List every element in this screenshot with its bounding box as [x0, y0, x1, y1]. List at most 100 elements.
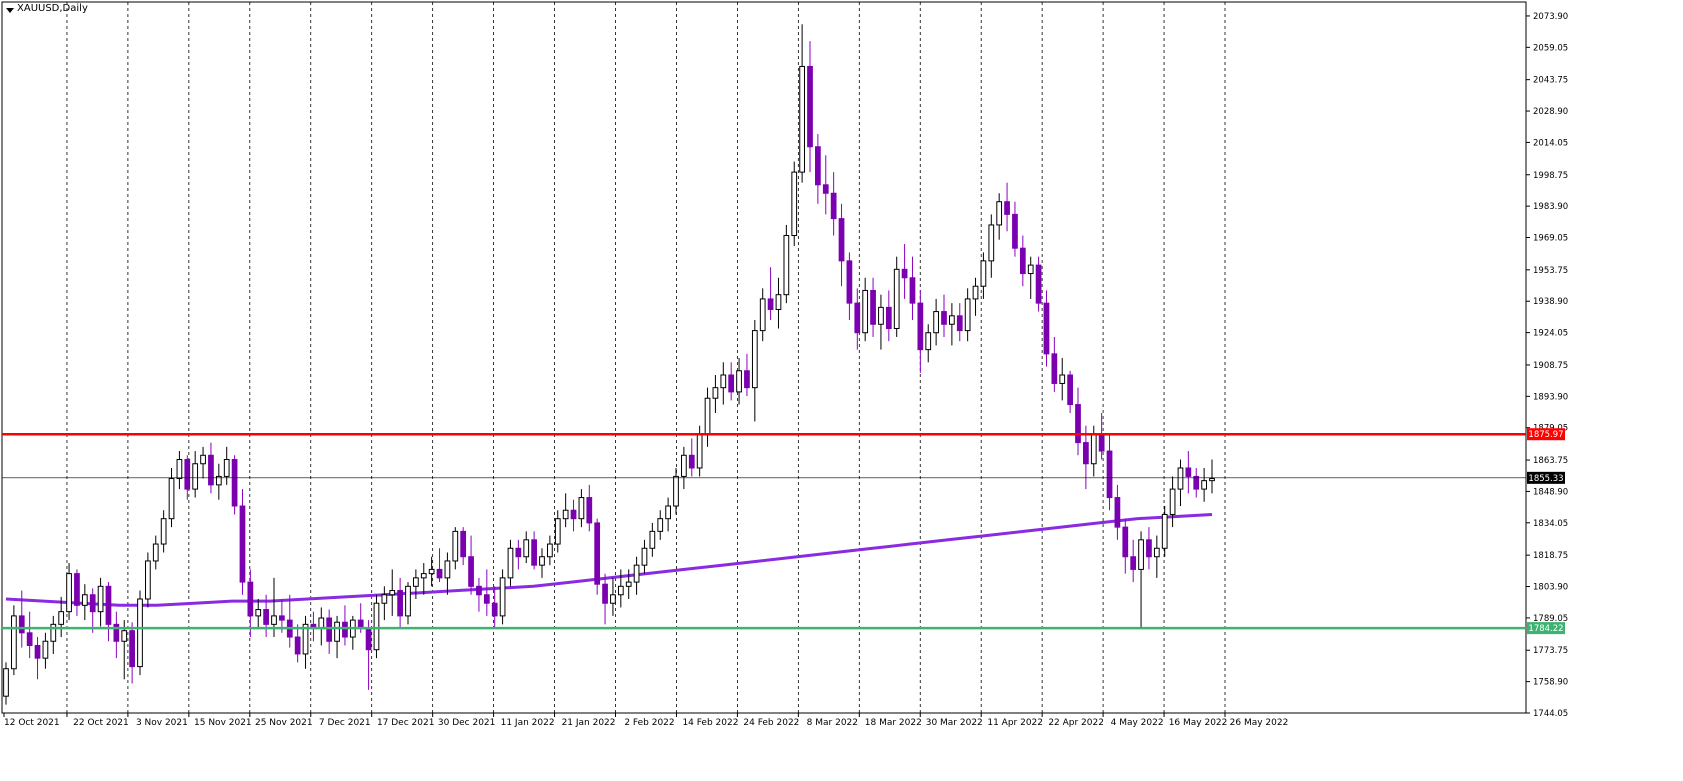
candle[interactable] — [1177, 467, 1184, 490]
candle[interactable] — [1035, 264, 1042, 304]
candle[interactable] — [909, 277, 916, 304]
candle[interactable] — [420, 573, 427, 579]
candle[interactable] — [712, 387, 719, 399]
candle[interactable] — [255, 609, 262, 617]
candle[interactable] — [152, 543, 159, 562]
candle[interactable] — [444, 560, 451, 579]
candle[interactable] — [184, 459, 191, 490]
candle[interactable] — [870, 289, 876, 325]
candle[interactable] — [476, 585, 482, 596]
candle[interactable] — [279, 615, 285, 621]
candle[interactable] — [1090, 433, 1097, 465]
candle[interactable] — [1083, 442, 1089, 465]
candle[interactable] — [58, 611, 65, 625]
candle[interactable] — [42, 640, 49, 659]
candle[interactable] — [547, 543, 553, 558]
candle[interactable] — [34, 644, 41, 659]
candle[interactable] — [1067, 374, 1073, 406]
candle[interactable] — [499, 577, 506, 617]
candle[interactable] — [1106, 450, 1113, 499]
candle[interactable] — [673, 475, 679, 507]
candle[interactable] — [160, 518, 167, 545]
candle[interactable] — [815, 146, 821, 186]
candle[interactable] — [1153, 547, 1160, 558]
candle[interactable] — [917, 302, 924, 351]
candle[interactable] — [807, 65, 813, 148]
candle[interactable] — [822, 184, 829, 194]
candle[interactable] — [18, 615, 25, 634]
candle[interactable] — [1043, 302, 1050, 355]
candle[interactable] — [66, 573, 72, 613]
price-chart[interactable]: 12 Oct 2021 22 Oct 2021 3 Nov 2021 15 Nov 2… — [0, 0, 1683, 781]
candle[interactable] — [649, 530, 656, 549]
candle[interactable] — [799, 65, 805, 173]
candle[interactable] — [885, 306, 892, 329]
candle[interactable] — [783, 235, 790, 296]
candle[interactable] — [483, 594, 490, 604]
candle[interactable] — [775, 294, 782, 310]
candle[interactable] — [145, 560, 151, 600]
candle[interactable] — [539, 556, 545, 566]
candle[interactable] — [1130, 556, 1137, 570]
candle[interactable] — [192, 463, 199, 490]
candle[interactable] — [625, 581, 632, 587]
candle[interactable] — [610, 594, 616, 604]
candle[interactable] — [428, 568, 435, 575]
candle[interactable] — [602, 583, 608, 604]
candle[interactable] — [578, 497, 585, 520]
candle[interactable] — [26, 632, 33, 646]
candle[interactable] — [941, 311, 947, 325]
candle[interactable] — [893, 268, 900, 329]
candle[interactable] — [736, 370, 742, 393]
candle[interactable] — [972, 285, 979, 300]
candle[interactable] — [137, 598, 143, 668]
candle[interactable] — [1059, 374, 1066, 384]
candle[interactable] — [523, 539, 530, 558]
candle[interactable] — [452, 530, 459, 562]
candle[interactable] — [1201, 480, 1207, 490]
candle[interactable] — [562, 509, 569, 520]
candle[interactable] — [507, 547, 514, 579]
candle[interactable] — [1098, 433, 1105, 452]
candle[interactable] — [342, 621, 348, 638]
candle[interactable] — [97, 585, 104, 613]
candle[interactable] — [239, 505, 246, 583]
candle[interactable] — [704, 397, 711, 435]
candle[interactable] — [1161, 513, 1168, 549]
candle[interactable] — [657, 518, 664, 532]
candle[interactable] — [956, 315, 963, 332]
candle[interactable] — [854, 302, 861, 334]
candle[interactable] — [1012, 213, 1018, 249]
candle[interactable] — [397, 590, 403, 617]
candle[interactable] — [223, 459, 230, 477]
candle[interactable] — [1138, 539, 1144, 570]
candle[interactable] — [381, 594, 388, 604]
candle[interactable] — [949, 315, 955, 325]
candle[interactable] — [121, 630, 128, 642]
candle[interactable] — [681, 454, 687, 477]
candle[interactable] — [208, 454, 214, 486]
candle[interactable] — [460, 530, 467, 558]
candle[interactable] — [247, 581, 254, 617]
candle[interactable] — [168, 478, 175, 520]
candle[interactable] — [641, 547, 648, 566]
candle[interactable] — [633, 564, 640, 583]
candle[interactable] — [436, 568, 443, 579]
candle[interactable] — [3, 668, 9, 697]
candle[interactable] — [200, 454, 206, 465]
candle[interactable] — [326, 617, 333, 642]
candle[interactable] — [586, 497, 593, 524]
candle[interactable] — [617, 585, 624, 596]
candle[interactable] — [334, 621, 340, 642]
candle[interactable] — [89, 594, 96, 613]
candle[interactable] — [389, 590, 396, 596]
candle[interactable] — [980, 260, 987, 287]
candle[interactable] — [1075, 404, 1081, 444]
candle[interactable] — [570, 509, 577, 520]
candle[interactable] — [531, 539, 537, 566]
candle[interactable] — [231, 459, 238, 507]
candle[interactable] — [176, 459, 183, 480]
candle[interactable] — [696, 433, 703, 469]
candle[interactable] — [554, 518, 561, 545]
candle[interactable] — [933, 311, 939, 334]
